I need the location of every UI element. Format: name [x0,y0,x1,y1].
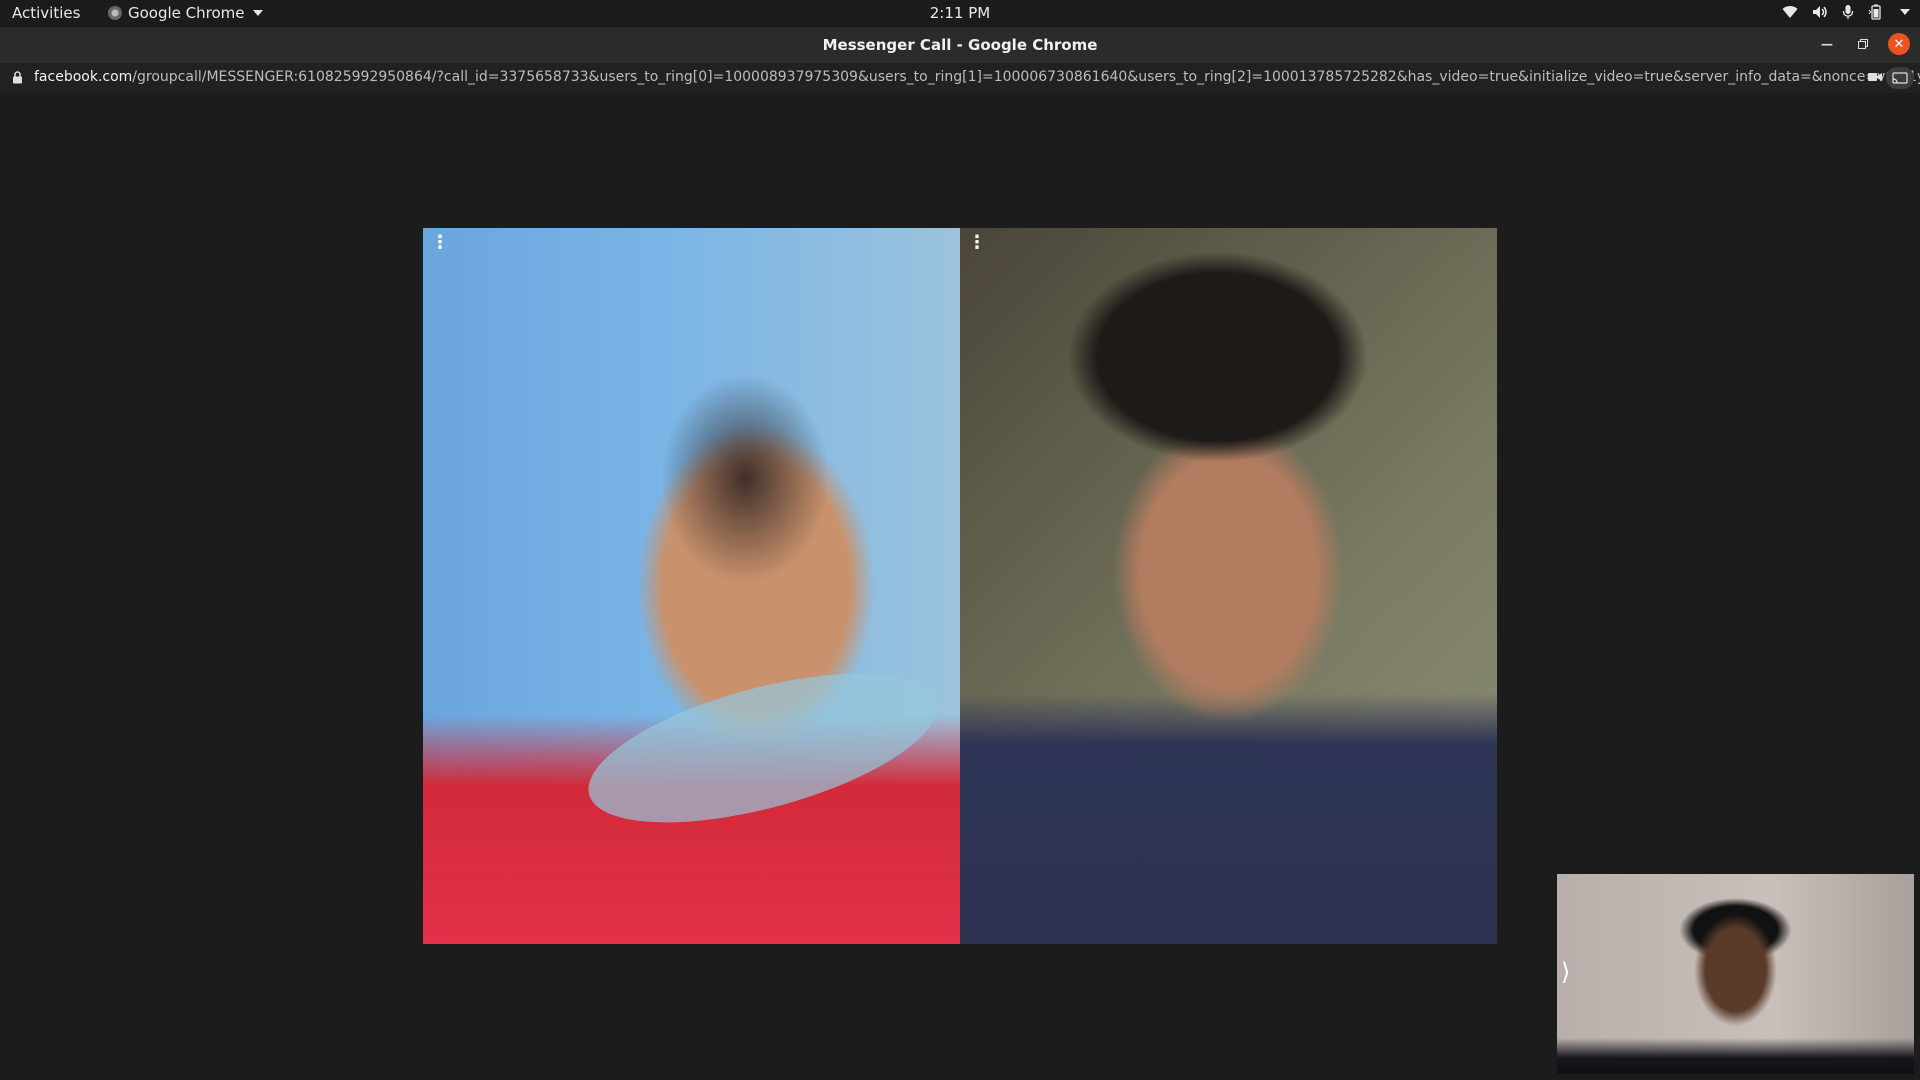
window-controls: — ✕ [1816,33,1910,55]
minimize-button[interactable]: — [1816,33,1838,55]
url-domain: facebook.com [34,69,133,85]
lock-icon [13,71,22,84]
cast-icon [1892,72,1908,84]
gnome-top-bar: Activities Google Chrome 2:11 PM [0,0,1920,27]
call-stage: ⋮ ⋮ ⟩ [0,93,1920,1080]
app-menu[interactable]: Google Chrome [108,4,263,22]
minimize-icon: — [1821,37,1833,51]
clock-container: 2:11 PM [0,4,1920,22]
app-menu-label: Google Chrome [128,4,245,22]
volume-icon [1813,6,1827,18]
url-text[interactable]: facebook.com/groupcall/MESSENGER:6108259… [34,69,1920,85]
more-options-icon[interactable]: ⋮ [431,234,449,252]
microphone-icon [1842,5,1854,19]
window-title-container: Messenger Call - Google Chrome [0,36,1920,54]
participant-video-tile[interactable]: ⋮ [423,228,960,944]
chrome-icon [108,6,122,20]
window-title: Messenger Call - Google Chrome [822,36,1098,54]
close-button[interactable]: ✕ [1888,33,1910,55]
battery-icon [1868,4,1881,20]
cast-button[interactable] [1886,67,1914,89]
self-view-video[interactable]: ⟩ [1557,874,1914,1074]
chevron-right-icon[interactable]: ⟩ [1561,958,1570,986]
system-menu-caret-icon [1900,9,1910,15]
close-icon: ✕ [1893,36,1905,52]
window-titlebar: Messenger Call - Google Chrome — ✕ [0,27,1920,63]
url-path: /groupcall/MESSENGER:610825992950864/?ca… [132,69,1920,85]
participant-video-tile[interactable]: ⋮ [960,228,1497,944]
more-options-icon[interactable]: ⋮ [968,234,986,252]
wifi-icon [1782,6,1798,19]
activities-button[interactable]: Activities [12,4,80,22]
system-tray[interactable] [1782,4,1910,20]
restore-icon [1858,39,1868,49]
camera-in-use-icon[interactable] [1868,72,1882,82]
clock[interactable]: 2:11 PM [930,4,990,22]
address-bar[interactable]: facebook.com/groupcall/MESSENGER:6108259… [0,63,1920,93]
restore-button[interactable] [1852,33,1874,55]
chevron-down-icon [252,10,263,16]
